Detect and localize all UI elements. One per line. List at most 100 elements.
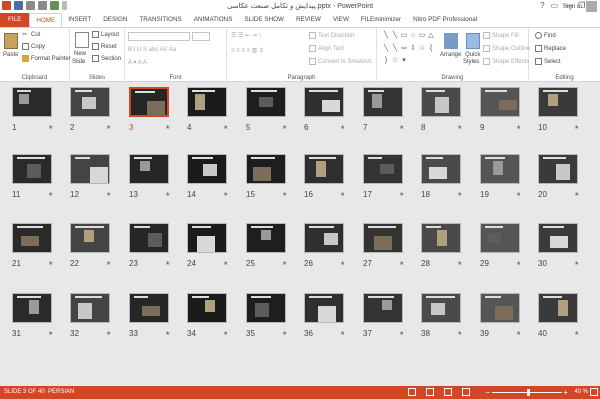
transition-star-icon[interactable]: ★ (106, 191, 111, 198)
transition-star-icon[interactable]: ★ (48, 124, 53, 131)
transition-star-icon[interactable]: ★ (457, 260, 462, 267)
transition-star-icon[interactable]: ★ (399, 330, 404, 337)
slide-thumbnail[interactable] (246, 293, 286, 323)
slide-thumbnail[interactable] (538, 293, 578, 323)
oval-shape-icon[interactable]: ○ (409, 32, 417, 43)
zoom-slider-handle[interactable] (527, 389, 530, 396)
transition-star-icon[interactable]: ★ (223, 191, 228, 198)
slide-thumbnail[interactable] (187, 223, 227, 253)
tab-transitions[interactable]: TRANSITIONS (133, 13, 187, 27)
slide-thumbnail[interactable] (304, 223, 344, 253)
star-shape-icon[interactable]: ☆ (418, 45, 426, 56)
slide-thumbnail[interactable] (187, 154, 227, 184)
transition-star-icon[interactable]: ★ (457, 124, 462, 131)
slide-thumbnail[interactable] (363, 293, 403, 323)
new-slide-icon[interactable] (75, 32, 89, 48)
reading-view-icon[interactable] (444, 388, 452, 396)
language-indicator[interactable]: PERSIAN (48, 389, 74, 395)
transition-star-icon[interactable]: ★ (165, 260, 170, 267)
zoom-in-button[interactable]: + (563, 388, 568, 397)
transition-star-icon[interactable]: ★ (516, 260, 521, 267)
slide-sorter-view-icon[interactable] (426, 388, 434, 396)
slide-thumbnail[interactable] (421, 154, 461, 184)
star-shape-icon[interactable]: ☆ (391, 57, 399, 68)
slide-thumbnail[interactable] (129, 223, 169, 253)
slide-thumbnail[interactable] (12, 223, 52, 253)
slide-thumbnail[interactable] (480, 87, 520, 117)
tab-insert[interactable]: INSERT (62, 13, 97, 27)
slide-thumbnail[interactable] (363, 223, 403, 253)
slide-thumbnail[interactable] (129, 293, 169, 323)
ribbon-display-icon[interactable]: ▭ (551, 1, 559, 10)
sign-in-link[interactable]: Sign in (563, 3, 582, 10)
slide-thumbnail[interactable] (129, 154, 169, 184)
slide-thumbnail[interactable] (538, 223, 578, 253)
transition-star-icon[interactable]: ★ (282, 260, 287, 267)
slide-thumbnail[interactable] (304, 154, 344, 184)
slide-thumbnail[interactable] (246, 87, 286, 117)
tab-design[interactable]: DESIGN (97, 13, 133, 27)
arrange-icon[interactable] (444, 33, 458, 49)
line-shape-icon[interactable]: ╲ (391, 32, 399, 43)
transition-star-icon[interactable]: ★ (340, 124, 345, 131)
fit-slide-icon[interactable] (590, 388, 598, 396)
shape-effects-button[interactable]: Shape Effects (483, 58, 529, 65)
section-button[interactable]: Section (92, 55, 121, 62)
font-size-field[interactable] (192, 32, 210, 41)
transition-star-icon[interactable]: ★ (340, 191, 345, 198)
new-slide-button-line2[interactable]: Slide (72, 59, 85, 65)
line-shape-icon[interactable]: ╲ (382, 32, 390, 43)
find-button[interactable]: Find (535, 32, 556, 39)
paste-icon[interactable] (4, 33, 18, 49)
arrow-shape-icon[interactable]: ⇨ (400, 45, 408, 56)
cut-button[interactable]: ✂ Cut (22, 31, 40, 39)
brace-shape-icon[interactable]: } (382, 57, 390, 68)
convert-smartart-button[interactable]: Convert to SmartArt (309, 58, 371, 65)
slide-thumbnail[interactable] (538, 154, 578, 184)
tab-nitro-pdf[interactable]: Nitro PDF Professional (407, 13, 483, 27)
slide-thumbnail[interactable] (187, 293, 227, 323)
arrange-button[interactable]: Arrange (440, 52, 461, 58)
transition-star-icon[interactable]: ★ (48, 330, 53, 337)
tab-slide-show[interactable]: SLIDE SHOW (238, 13, 290, 27)
transition-star-icon[interactable]: ★ (282, 124, 287, 131)
triangle-shape-icon[interactable]: △ (427, 32, 435, 43)
transition-star-icon[interactable]: ★ (165, 124, 170, 131)
transition-star-icon[interactable]: ★ (516, 124, 521, 131)
slide-thumbnail[interactable] (421, 87, 461, 117)
slide-thumbnail[interactable] (12, 87, 52, 117)
transition-star-icon[interactable]: ★ (399, 260, 404, 267)
tab-review[interactable]: REVIEW (290, 13, 327, 27)
slide-thumbnail[interactable] (70, 293, 110, 323)
brace-shape-icon[interactable]: { (427, 45, 435, 56)
slide-thumbnail[interactable] (246, 223, 286, 253)
transition-star-icon[interactable]: ★ (574, 191, 579, 198)
reset-button[interactable]: Reset (92, 43, 117, 50)
slide-thumbnail[interactable] (363, 154, 403, 184)
transition-star-icon[interactable]: ★ (106, 330, 111, 337)
format-painter-button[interactable]: Format Painter (22, 55, 71, 62)
slide-thumbnail[interactable] (480, 154, 520, 184)
slide-thumbnail[interactable] (421, 223, 461, 253)
new-slide-button[interactable]: New (74, 51, 86, 57)
slide-thumbnail[interactable] (187, 87, 227, 117)
help-icon[interactable]: ? (540, 1, 544, 10)
more-shapes-icon[interactable]: ▾ (400, 57, 408, 68)
transition-star-icon[interactable]: ★ (223, 330, 228, 337)
slide-thumbnail[interactable] (538, 87, 578, 117)
line-shape-icon[interactable]: ╲ (391, 45, 399, 56)
transition-star-icon[interactable]: ★ (340, 330, 345, 337)
tab-animations[interactable]: ANIMATIONS (188, 13, 239, 27)
rectangle-shape-icon[interactable]: ▭ (418, 32, 426, 43)
line-shape-icon[interactable]: ╲ (382, 45, 390, 56)
align-text-button[interactable]: Align Text (309, 45, 344, 52)
transition-star-icon[interactable]: ★ (574, 124, 579, 131)
transition-star-icon[interactable]: ★ (48, 191, 53, 198)
transition-star-icon[interactable]: ★ (106, 260, 111, 267)
transition-star-icon[interactable]: ★ (340, 260, 345, 267)
slide-thumbnail[interactable] (363, 87, 403, 117)
transition-star-icon[interactable]: ★ (399, 124, 404, 131)
transition-star-icon[interactable]: ★ (165, 330, 170, 337)
transition-star-icon[interactable]: ★ (457, 330, 462, 337)
slideshow-view-icon[interactable] (462, 388, 470, 396)
